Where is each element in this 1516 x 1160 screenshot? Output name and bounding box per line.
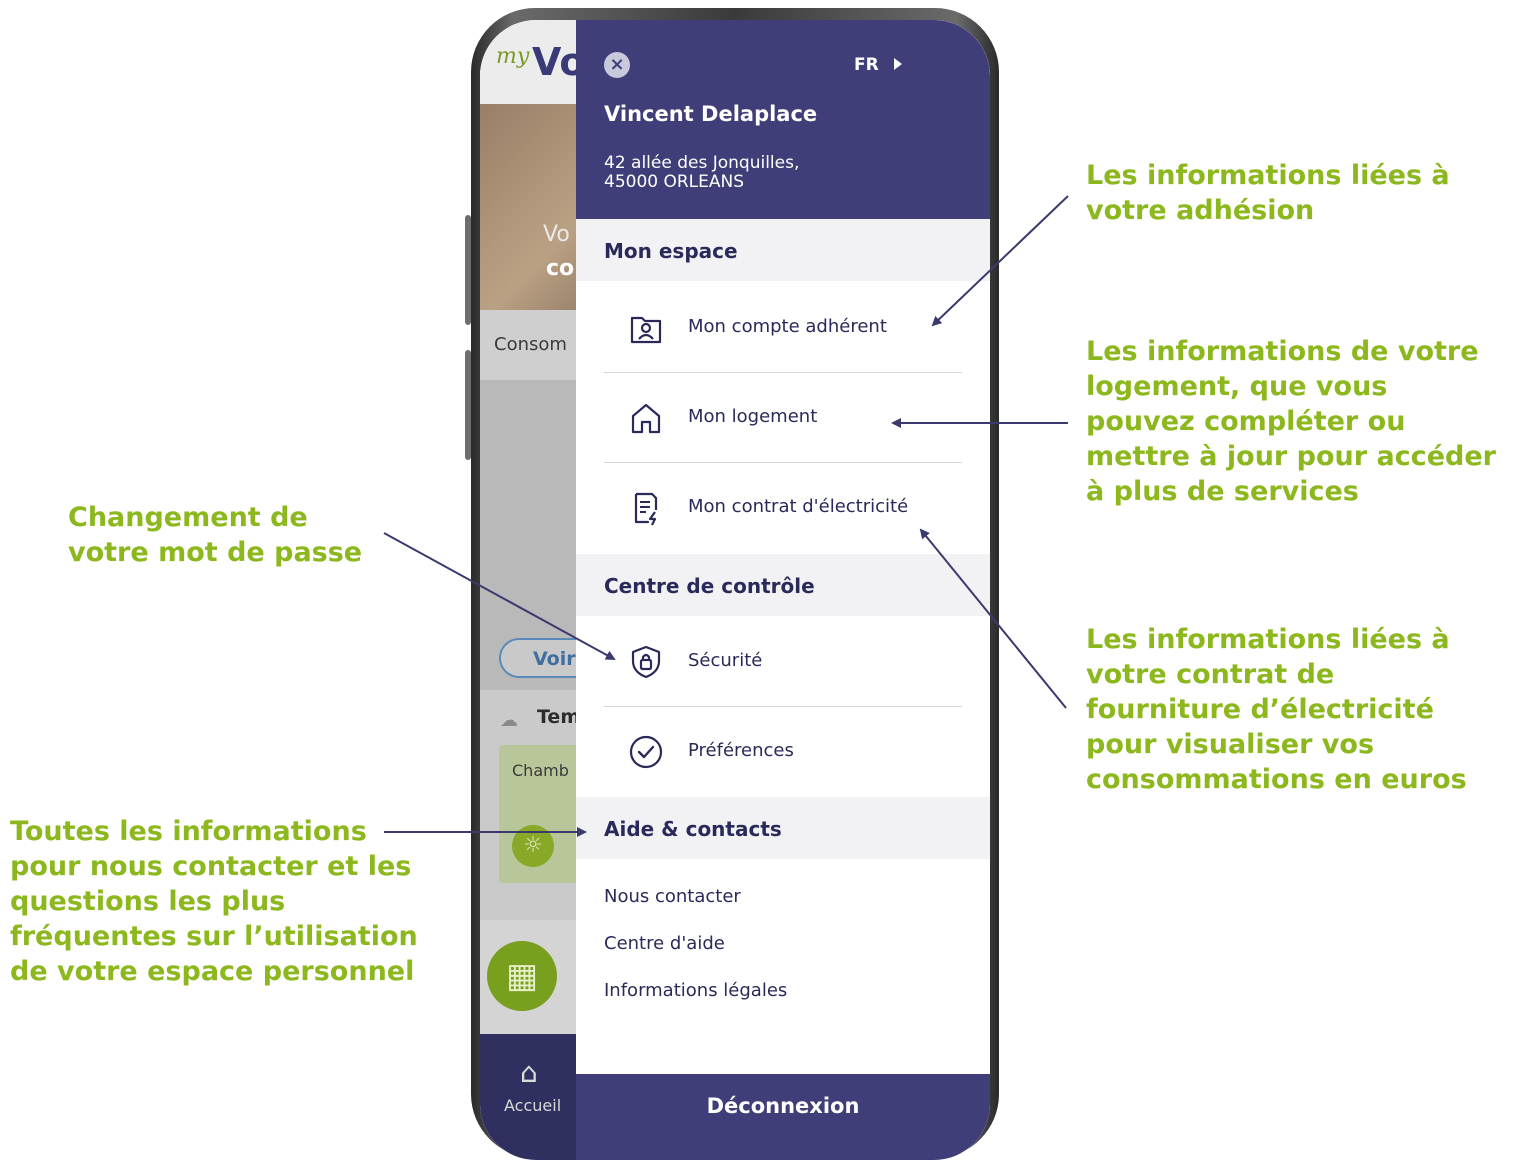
annotation-password: Changement de votre mot de passe [68,500,362,570]
annotation-line: Toutes les informations [10,816,367,847]
side-drawer: × FR Vincent Delaplace 42 allée des Jonq… [576,20,990,1160]
calendar-icon[interactable]: ▦ [487,941,557,1011]
account-card-icon [630,316,662,344]
annotation-line: pour nous contacter et les [10,851,412,882]
annotation-line: pour visualiser vos [1086,729,1375,760]
menu-item-preferences[interactable]: Préférences [604,706,962,796]
menu-item-securite[interactable]: Sécurité [604,616,962,706]
annotation-line: à plus de services [1086,476,1359,507]
annotation-line: logement, que vous [1086,371,1388,402]
sun-icon: ☼ [512,825,554,867]
annotation-line: mettre à jour pour accéder [1086,441,1496,472]
hero-text-line1: Vo [543,222,570,247]
user-address-line2: 45000 ORLEANS [604,172,745,192]
annotation-line: Les informations de votre [1086,336,1479,367]
room-label: Chamb [512,761,569,780]
section-aide-contacts: Aide & contacts [576,797,990,859]
annotation-line: Changement de [68,502,308,533]
menu-item-label: Mon contrat d'électricité [688,496,909,517]
logout-label: Déconnexion [706,1094,860,1118]
section-centre-controle: Centre de contrôle [576,554,990,616]
contract-electricity-icon [634,492,658,526]
menu-item-label: Mon logement [688,406,818,427]
annotation-line: questions les plus [10,886,286,917]
section-title: Mon espace [604,239,738,263]
drawer-header: × FR Vincent Delaplace 42 allée des Jonq… [576,20,990,219]
annotation-contacts: Toutes les informations pour nous contac… [10,814,418,989]
user-name: Vincent Delaplace [604,102,818,126]
nav-accueil-label[interactable]: Accueil [504,1096,561,1115]
menu-item-label: Mon compte adhérent [688,316,887,337]
annotation-line: Les informations liées à [1086,624,1450,655]
temperature-label: Tem [537,706,581,728]
section-title: Aide & contacts [604,817,782,841]
chevron-right-icon[interactable] [894,58,902,70]
menu-item-label: Préférences [688,740,794,761]
annotation-line: consommations en euros [1086,764,1467,795]
section-mon-espace: Mon espace [576,219,990,281]
annotation-line: fourniture d’électricité [1086,694,1434,725]
annotation-adhesion: Les informations liées à votre adhésion [1086,158,1450,228]
menu-item-compte[interactable]: Mon compte adhérent [604,282,962,372]
annotation-line: votre adhésion [1086,195,1315,226]
link-nous-contacter[interactable]: Nous contacter [604,886,741,907]
home-icon[interactable]: ⌂ [520,1056,538,1089]
link-centre-aide[interactable]: Centre d'aide [604,933,725,954]
language-selector[interactable]: FR [854,55,879,75]
annotation-contrat: Les informations liées à votre contrat d… [1086,622,1467,797]
user-address-line1: 42 allée des Jonquilles, [604,153,800,173]
house-icon [631,403,661,434]
conso-label: Consom [494,334,567,355]
section-title: Centre de contrôle [604,574,815,598]
logo-my: my [496,44,530,69]
check-circle-icon [629,735,663,769]
link-informations-legales[interactable]: Informations légales [604,980,787,1001]
annotation-line: pouvez compléter ou [1086,406,1406,437]
annotation-line: Les informations liées à [1086,160,1450,191]
shield-lock-icon [631,645,661,679]
menu-item-logement[interactable]: Mon logement [604,372,962,462]
cloud-icon: ☁ [500,710,518,731]
logout-button[interactable]: Déconnexion [576,1074,990,1160]
close-icon[interactable]: × [604,52,630,78]
menu-item-contrat[interactable]: Mon contrat d'électricité [604,462,962,552]
annotation-logement: Les informations de votre logement, que … [1086,334,1496,509]
phone-screen: my Vo Vo co Consom Voir ☁ Tem Chamb ☼ ▦ … [480,20,990,1160]
annotation-line: votre mot de passe [68,537,363,568]
menu-item-label: Sécurité [688,650,763,671]
annotation-line: fréquentes sur l’utilisation [10,921,418,952]
annotation-line: de votre espace personnel [10,956,415,987]
hero-text-line2: co [546,256,575,281]
annotation-line: votre contrat de [1086,659,1335,690]
